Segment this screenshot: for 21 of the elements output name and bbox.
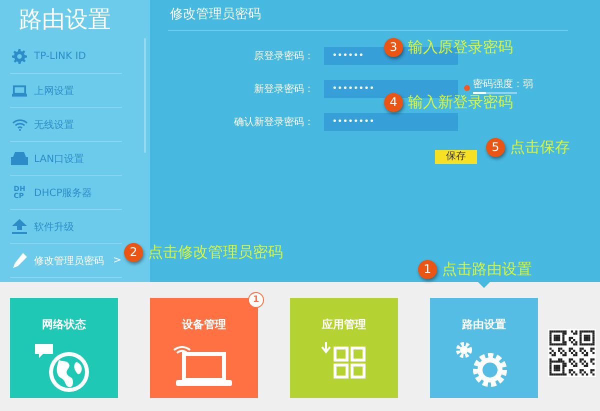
step-instruction: 点击修改管理员密码 bbox=[148, 243, 283, 262]
step-instruction: 点击保存 bbox=[510, 138, 570, 157]
sidebar-item[interactable]: 软件升级 bbox=[10, 210, 122, 244]
sidebar-title: 路由设置 bbox=[18, 6, 112, 35]
sidebar-item[interactable]: LAN口设置 bbox=[10, 142, 122, 176]
step-instruction: 点击路由设置 bbox=[442, 260, 532, 279]
save-button[interactable]: 保存 bbox=[435, 150, 477, 164]
nav-tile[interactable]: 网络状态 bbox=[10, 298, 118, 398]
sidebar-item[interactable]: TP-LINK ID bbox=[10, 40, 122, 74]
nav-tile[interactable]: 应用管理 bbox=[290, 298, 398, 398]
sidebar-item[interactable]: 上网设置 bbox=[10, 74, 122, 108]
field-label: 确认新登录密码： bbox=[233, 116, 315, 129]
sidebar-item[interactable]: 修改管理员密码 > bbox=[10, 244, 122, 278]
notification-badge: 1 bbox=[248, 292, 264, 308]
sidebar-item[interactable]: 无线设置 bbox=[10, 108, 122, 142]
panel-title: 修改管理员密码 bbox=[168, 0, 568, 31]
field-label: 原登录密码： bbox=[253, 50, 315, 63]
field-label: 新登录密码： bbox=[253, 82, 315, 96]
password-field[interactable]: •••••••• bbox=[324, 113, 458, 131]
nav-tile[interactable]: 路由设置 bbox=[430, 298, 538, 398]
strength-label: 密码强度：弱 bbox=[473, 78, 533, 91]
